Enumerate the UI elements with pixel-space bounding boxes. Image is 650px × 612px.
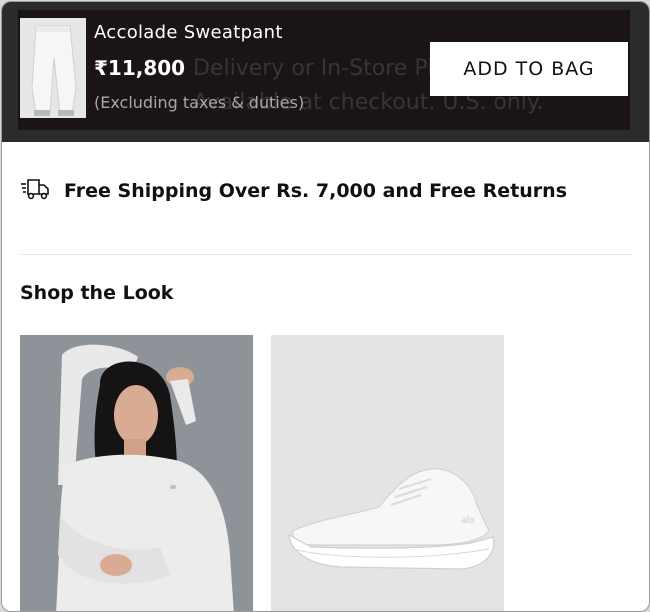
- shop-the-look-title: Shop the Look: [20, 282, 174, 304]
- delivery-truck-icon: [20, 176, 50, 206]
- svg-text:alo: alo: [461, 516, 475, 526]
- divider: [20, 254, 632, 255]
- product-name: Accolade Sweatpant: [94, 22, 283, 43]
- sticky-add-to-bag-bar: Delivery or In-Store Pickup Available at…: [2, 2, 649, 142]
- product-price: ₹11,800: [94, 56, 186, 80]
- add-to-bag-button[interactable]: ADD TO BAG: [430, 42, 628, 96]
- shipping-info: Free Shipping Over Rs. 7,000 and Free Re…: [20, 174, 567, 208]
- model-in-sweatshirt-image: [20, 335, 253, 611]
- white-sneaker-image: alo: [271, 335, 504, 611]
- shipping-text: Free Shipping Over Rs. 7,000 and Free Re…: [64, 180, 568, 202]
- page-frame: Delivery or In-Store Pickup Available at…: [1, 1, 650, 612]
- tax-note: (Excluding taxes & duties): [94, 93, 305, 112]
- look-item-sneaker[interactable]: alo: [271, 335, 504, 611]
- look-item-sweatshirt[interactable]: [20, 335, 253, 611]
- product-thumbnail[interactable]: [20, 18, 86, 118]
